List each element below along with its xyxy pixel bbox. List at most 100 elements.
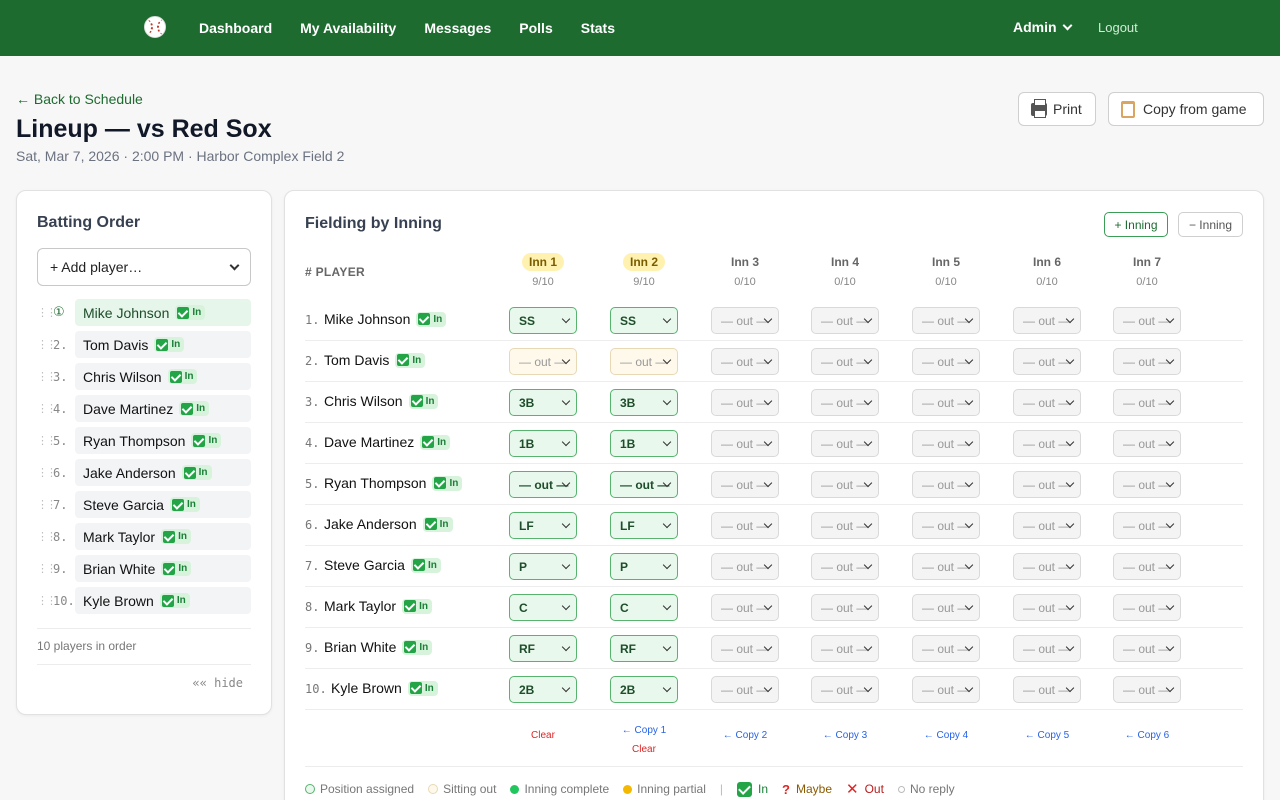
position-select[interactable]: LF [509,512,577,539]
position-select[interactable]: — out — [610,348,678,375]
position-select[interactable]: SS [610,307,678,334]
position-select[interactable]: — out — [912,512,980,539]
batting-order-row[interactable]: ⋮⋮ 2. Tom Davis In [37,331,251,358]
position-select[interactable]: — out — [711,594,779,621]
position-select[interactable]: RF [610,635,678,662]
position-select[interactable]: — out — [1113,389,1181,416]
position-select[interactable]: — out — [711,635,779,662]
player-pill[interactable]: Steve Garcia In [75,491,251,518]
back-to-schedule-link[interactable]: ← Back to Schedule [16,91,143,107]
user-menu[interactable]: Admin [1013,19,1073,35]
position-select[interactable]: C [509,594,577,621]
position-select[interactable]: — out — [1113,594,1181,621]
add-player-select[interactable]: + Add player… [37,248,251,286]
position-select[interactable]: 2B [610,676,678,703]
position-select[interactable]: — out — [610,471,678,498]
position-select[interactable]: — out — [1113,307,1181,334]
position-select[interactable]: — out — [811,512,879,539]
position-select[interactable]: — out — [711,348,779,375]
batting-order-row[interactable]: ⋮⋮ 7. Steve Garcia In [37,491,251,518]
batting-order-row[interactable]: ⋮⋮ 10. Kyle Brown In [37,587,251,614]
drag-handle-icon[interactable]: ⋮⋮ [37,306,57,319]
position-select[interactable]: — out — [912,676,980,703]
position-select[interactable]: — out — [509,348,577,375]
position-select[interactable]: — out — [711,307,779,334]
position-select[interactable]: — out — [1113,676,1181,703]
batting-order-row[interactable]: ⋮⋮ 9. Brian White In [37,555,251,582]
logout-link[interactable]: Logout [1098,20,1138,35]
position-select[interactable]: — out — [811,594,879,621]
copy-previous-inning-link[interactable]: ← Copy 6 [1107,730,1187,741]
position-select[interactable]: — out — [1013,512,1081,539]
position-select[interactable]: — out — [912,635,980,662]
position-select[interactable]: — out — [1113,635,1181,662]
position-select[interactable]: — out — [711,389,779,416]
position-select[interactable]: — out — [509,471,577,498]
position-select[interactable]: RF [509,635,577,662]
position-select[interactable]: — out — [912,307,980,334]
position-select[interactable]: 3B [610,389,678,416]
position-select[interactable]: — out — [811,471,879,498]
position-select[interactable]: — out — [1013,430,1081,457]
player-pill[interactable]: Mike Johnson In [75,299,251,326]
player-pill[interactable]: Dave Martinez In [75,395,251,422]
position-select[interactable]: — out — [1113,471,1181,498]
position-select[interactable]: — out — [1113,512,1181,539]
copy-from-game-button[interactable]: Copy from game [1108,92,1264,126]
position-select[interactable]: — out — [1013,471,1081,498]
position-select[interactable]: — out — [912,471,980,498]
position-select[interactable]: — out — [811,389,879,416]
position-select[interactable]: — out — [711,676,779,703]
remove-inning-button[interactable]: − Inning [1178,212,1243,237]
drag-handle-icon[interactable]: ⋮⋮ [37,466,57,479]
player-pill[interactable]: Chris Wilson In [75,363,251,390]
position-select[interactable]: 1B [509,430,577,457]
position-select[interactable]: 3B [509,389,577,416]
copy-previous-inning-link[interactable]: ← Copy 5 [1007,730,1087,741]
nav-polls[interactable]: Polls [519,20,552,36]
position-select[interactable]: P [610,553,678,580]
baseball-logo-icon[interactable] [144,16,166,38]
position-select[interactable]: — out — [711,430,779,457]
position-select[interactable]: — out — [811,553,879,580]
nav-stats[interactable]: Stats [581,20,615,36]
position-select[interactable]: — out — [1113,348,1181,375]
drag-handle-icon[interactable]: ⋮⋮ [37,562,57,575]
drag-handle-icon[interactable]: ⋮⋮ [37,498,57,511]
position-select[interactable]: — out — [811,348,879,375]
position-select[interactable]: — out — [912,389,980,416]
position-select[interactable]: — out — [1013,307,1081,334]
position-select[interactable]: — out — [711,471,779,498]
drag-handle-icon[interactable]: ⋮⋮ [37,434,57,447]
player-pill[interactable]: Ryan Thompson In [75,427,251,454]
position-select[interactable]: — out — [811,635,879,662]
clear-inning-link[interactable]: Clear [604,744,684,755]
position-select[interactable]: — out — [1113,553,1181,580]
drag-handle-icon[interactable]: ⋮⋮ [37,530,57,543]
copy-previous-inning-link[interactable]: ← Copy 4 [906,730,986,741]
player-pill[interactable]: Jake Anderson In [75,459,251,486]
copy-previous-inning-link[interactable]: ← Copy 1 [604,725,684,736]
drag-handle-icon[interactable]: ⋮⋮ [37,370,57,383]
drag-handle-icon[interactable]: ⋮⋮ [37,338,57,351]
position-select[interactable]: — out — [711,512,779,539]
player-pill[interactable]: Tom Davis In [75,331,251,358]
position-select[interactable]: — out — [811,676,879,703]
batting-order-row[interactable]: ⋮⋮ 5. Ryan Thompson In [37,427,251,454]
position-select[interactable]: — out — [912,594,980,621]
position-select[interactable]: — out — [711,553,779,580]
position-select[interactable]: — out — [912,348,980,375]
drag-handle-icon[interactable]: ⋮⋮ [37,402,57,415]
batting-order-row[interactable]: ⋮⋮ 6. Jake Anderson In [37,459,251,486]
position-select[interactable]: — out — [1013,676,1081,703]
position-select[interactable]: — out — [912,430,980,457]
position-select[interactable]: — out — [1013,348,1081,375]
copy-previous-inning-link[interactable]: ← Copy 3 [805,730,885,741]
position-select[interactable]: — out — [811,430,879,457]
player-pill[interactable]: Kyle Brown In [75,587,251,614]
player-pill[interactable]: Brian White In [75,555,251,582]
nav-my-availability[interactable]: My Availability [300,20,396,36]
clear-inning-link[interactable]: Clear [503,730,583,741]
position-select[interactable]: LF [610,512,678,539]
batting-order-row[interactable]: ⋮⋮ ① Mike Johnson In [37,299,251,326]
